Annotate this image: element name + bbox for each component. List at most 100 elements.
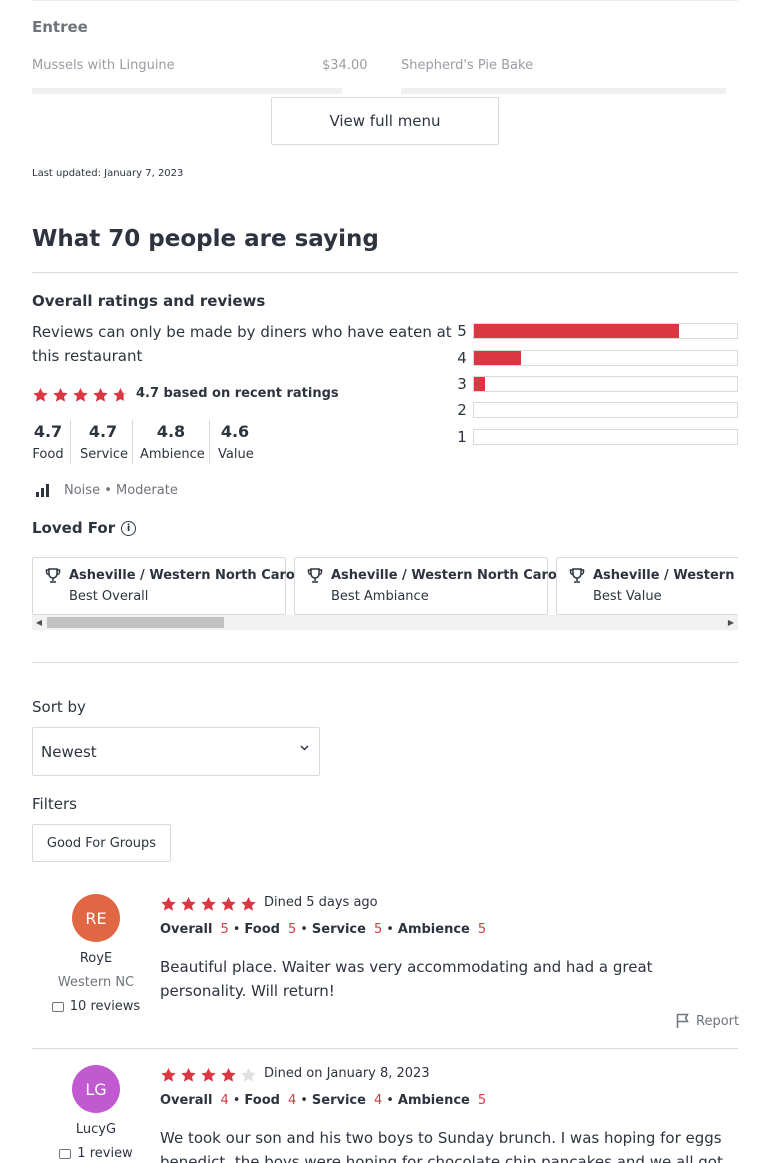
chevron-down-icon: [300, 745, 309, 751]
distribution-star-label: 4: [457, 349, 467, 367]
star-icon: [161, 897, 176, 911]
distribution-star-label: 2: [457, 401, 467, 419]
distribution-bar: [473, 402, 738, 418]
noise-icon: [36, 484, 49, 497]
noise-value: • Moderate: [104, 483, 178, 498]
sub-rating-separator: [209, 420, 210, 464]
menu-item-name: Mussels with Linguine: [32, 58, 175, 73]
distribution-bar: [473, 429, 738, 445]
star-icon: [221, 897, 236, 911]
trophy-icon: [45, 568, 61, 583]
award-card[interactable]: Asheville / Western North Carolina Best …: [32, 557, 322, 615]
divider: [32, 662, 738, 663]
star-icon: [241, 1068, 256, 1082]
sub-rating-value: 4.8: [156, 422, 186, 441]
reviewer-review-count: 10 reviews: [32, 999, 160, 1014]
divider: [32, 272, 738, 273]
review-text: Beautiful place. Waiter was very accommo…: [160, 958, 653, 1000]
loved-for-title: Loved For i: [32, 519, 137, 537]
distribution-bar: [473, 350, 738, 366]
score-value: 4: [220, 1093, 229, 1108]
review-count-text: 10 reviews: [69, 999, 141, 1014]
sub-rating-separator: [132, 420, 133, 464]
star-icon: [181, 1068, 196, 1082]
sub-rating-service: 4.7 Service: [80, 422, 129, 462]
sub-rating-label: Value: [218, 447, 254, 462]
reviewer-name[interactable]: LucyG: [32, 1122, 160, 1137]
review-scores: Overall 5 • Food 5 • Service 5 • Ambience 5: [160, 922, 487, 937]
award-card[interactable]: Asheville / Western North Carolina Best …: [294, 557, 584, 615]
rating-summary-text: 4.7 based on recent ratings: [136, 386, 339, 401]
distribution-star-label: 1: [457, 428, 467, 446]
loved-for-label: Loved For: [32, 519, 116, 537]
distribution-bar-fill: [474, 377, 485, 391]
score-value: 4: [287, 1093, 297, 1108]
report-button[interactable]: Report: [676, 1013, 739, 1029]
scroll-left-arrow-icon[interactable]: ◀: [33, 617, 45, 628]
score-label: Overall: [160, 922, 213, 937]
noise-level: Noise • Moderate: [64, 483, 178, 498]
score-label: Service: [311, 922, 366, 937]
scrollbar-thumb[interactable]: [47, 617, 224, 628]
score-value: 5: [477, 922, 487, 937]
distribution-star-label: 5: [457, 322, 467, 340]
star-icon: [201, 1068, 216, 1082]
star-icon: [73, 388, 88, 402]
menu-item-description: [401, 88, 726, 94]
comment-icon: [59, 1148, 72, 1159]
loved-for-carousel[interactable]: Asheville / Western North Carolina Best …: [32, 557, 738, 615]
award-name: Best Value: [593, 589, 662, 604]
trophy-icon: [307, 568, 323, 583]
filter-chip-good-for-groups[interactable]: Good For Groups: [32, 824, 171, 862]
review-scores: Overall 4 • Food 4 • Service 4 • Ambience 5: [160, 1093, 487, 1108]
sub-rating-ambience: 4.8 Ambience: [140, 422, 205, 462]
view-full-menu-button[interactable]: View full menu: [271, 97, 499, 145]
info-icon[interactable]: i: [121, 520, 137, 536]
avatar: RE: [72, 894, 120, 942]
trophy-icon: [569, 568, 585, 583]
review-text: We took our son and his two boys to Sund…: [160, 1129, 723, 1163]
score-label: Food: [244, 922, 280, 937]
dined-date: Dined 5 days ago: [264, 895, 378, 910]
flag-icon: [676, 1013, 689, 1028]
distribution-bar-fill: [474, 351, 522, 365]
report-label: Report: [696, 1013, 740, 1029]
reviews-note: Reviews can only be made by diners who h…: [32, 323, 452, 365]
filters-label: Filters: [32, 795, 77, 813]
sub-rating-value: 4.7: [88, 422, 118, 441]
score-label: Food: [244, 1093, 280, 1108]
sort-select-value: Newest: [41, 742, 97, 761]
star-icon: [181, 897, 196, 911]
review-count-text: 1 review: [77, 1146, 133, 1161]
reviewer-review-count: 1 review: [32, 1146, 160, 1161]
review-star-rating: [160, 1067, 257, 1084]
award-name: Best Ambiance: [331, 589, 429, 604]
menu-section-title: Entree: [32, 18, 88, 36]
star-icon: [93, 388, 108, 402]
score-label: Overall: [160, 1093, 213, 1108]
distribution-star-label: 3: [457, 375, 467, 393]
menu-item-description: [32, 88, 342, 94]
sub-rating-value: 4.7: [33, 422, 63, 441]
distribution-bar-fill: [474, 324, 680, 338]
reviews-heading: What 70 people are saying: [32, 226, 379, 252]
award-card[interactable]: Asheville / Western North Carolina Best …: [556, 557, 738, 615]
award-region: Asheville / Western North Carolina: [69, 568, 322, 583]
menu-item-name: Shepherd's Pie Bake: [401, 58, 534, 73]
star-icon: [113, 388, 128, 402]
sub-rating-label: Service: [80, 447, 129, 462]
sub-rating-separator: [70, 420, 71, 464]
sort-select[interactable]: Newest: [32, 727, 320, 776]
sort-by-label: Sort by: [32, 698, 86, 716]
scroll-right-arrow-icon[interactable]: ▶: [725, 617, 737, 628]
award-region: Asheville / Western North Carolina: [593, 568, 738, 583]
star-icon: [53, 388, 68, 402]
star-icon: [33, 388, 48, 402]
award-region: Asheville / Western North Carolina: [331, 568, 584, 583]
reviewer-name[interactable]: RoyE: [32, 951, 160, 966]
score-label: Ambience: [397, 922, 470, 937]
score-value: 5: [373, 922, 383, 937]
score-value: 4: [373, 1093, 383, 1108]
divider: [32, 1048, 738, 1049]
score-value: 5: [477, 1093, 487, 1108]
